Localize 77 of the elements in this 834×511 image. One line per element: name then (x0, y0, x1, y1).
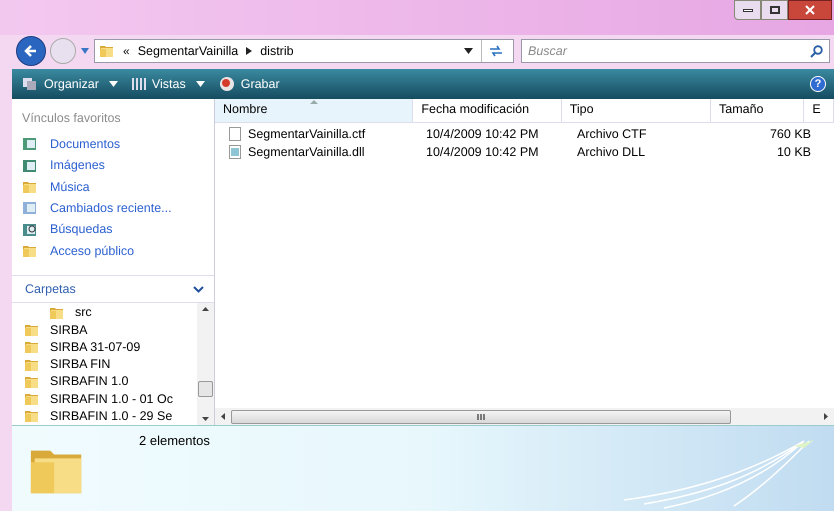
grip-icon (476, 414, 486, 420)
vertical-scrollbar[interactable] (197, 303, 214, 425)
breadcrumb-item[interactable]: distrib (260, 42, 294, 60)
file-icon (227, 126, 243, 142)
folder-tree-item[interactable]: SIRBA 31-07-09 (24, 338, 197, 356)
file-name: SegmentarVainilla.dll (248, 144, 364, 161)
table-cell-text: 10 KB (776, 144, 812, 161)
minimize-button[interactable] (734, 0, 761, 20)
history-dropdown-icon[interactable] (80, 47, 90, 55)
table-cell-text: Archivo DLL (576, 144, 646, 161)
scroll-down-icon[interactable] (202, 417, 209, 421)
favorite-link[interactable]: Búsquedas (22, 218, 214, 240)
favorite-link[interactable]: Documentos (22, 134, 214, 156)
column-header[interactable]: Fecha modificación (413, 99, 562, 122)
toolbar-button[interactable]: Organizar (22, 74, 118, 94)
breadcrumb-overflow[interactable]: « (123, 42, 130, 60)
maximize-button[interactable] (761, 0, 788, 20)
folder-tree-item[interactable]: SIRBAFIN 1.0 - 01 Oc (24, 390, 197, 408)
scroll-right-icon[interactable] (824, 413, 828, 420)
favorite-link[interactable]: Acceso público (22, 240, 214, 262)
horizontal-scrollbar[interactable] (215, 408, 834, 425)
close-button[interactable] (788, 0, 832, 20)
table-cell-text: Archivo CTF (576, 126, 648, 143)
back-button[interactable] (16, 36, 46, 66)
folder-icon (24, 391, 40, 408)
column-header[interactable]: Tamaño (711, 99, 804, 122)
folder-tree-item[interactable]: SIRBAFIN 1.0 (24, 373, 197, 390)
caret-icon (108, 81, 118, 87)
help-button[interactable]: ? (810, 76, 826, 92)
scroll-thumb[interactable] (231, 410, 731, 424)
item-count: 2 elementos (139, 432, 210, 450)
scroll-up-icon[interactable] (202, 307, 209, 311)
search-folder-icon (22, 222, 38, 238)
folder-icon (24, 408, 40, 424)
dropdown-icon[interactable] (464, 48, 473, 54)
column-header[interactable]: Tipo (562, 99, 712, 122)
sort-arrow-icon (310, 100, 318, 104)
disc-icon (218, 76, 235, 92)
file-row[interactable]: SegmentarVainilla.ctf 10/4/2009 10:42 PM Archivo CTF 760 KB (215, 125, 834, 143)
table-cell-text: 760 KB (768, 126, 812, 143)
section-title: Vínculos favoritos (22, 110, 122, 127)
search-input[interactable]: Buscar (528, 42, 810, 60)
close-icon (805, 5, 815, 15)
back-arrow-icon (23, 43, 39, 59)
column-header[interactable]: E (804, 99, 834, 122)
breadcrumb-arrow-icon[interactable] (246, 47, 252, 55)
file-row[interactable]: SegmentarVainilla.dll 10/4/2009 10:42 PM Archivo DLL 10 KB (215, 143, 834, 161)
favorite-link[interactable]: Imágenes (22, 155, 214, 176)
folders-header[interactable]: Carpetas (12, 275, 214, 303)
caret-icon (196, 81, 205, 87)
toolbar-button[interactable]: Grabar (218, 74, 280, 94)
favorite-link[interactable]: Música (22, 176, 214, 198)
table-cell-text: 10/4/2009 10:42 PM (425, 144, 540, 161)
folder-icon (99, 43, 115, 59)
documents-folder-icon (22, 136, 38, 152)
folder-icon (24, 339, 40, 356)
views-icon (132, 77, 146, 91)
column-header[interactable]: Nombre (215, 99, 414, 122)
search-icon (810, 44, 823, 58)
folder-tree-item[interactable]: SIRBA (24, 321, 197, 339)
organize-icon (22, 77, 38, 91)
favorite-link[interactable]: Cambiados reciente... (22, 198, 214, 219)
address-bar[interactable]: « SegmentarVainilla distrib (94, 39, 514, 63)
refresh-icon (488, 45, 504, 57)
file-name: SegmentarVainilla.ctf (248, 126, 366, 143)
breadcrumb-item[interactable]: SegmentarVainilla (138, 42, 238, 60)
folder-tree-item[interactable]: SIRBA FIN (24, 356, 197, 374)
folder-tree-item[interactable]: src (24, 304, 197, 322)
scroll-left-icon[interactable] (221, 413, 225, 420)
folder-tree-item[interactable]: SIRBAFIN 1.0 - 29 Se (24, 408, 197, 425)
table-cell-text: 10/4/2009 10:42 PM (425, 126, 540, 143)
scroll-thumb[interactable] (198, 381, 213, 397)
search-field[interactable]: Buscar (521, 39, 830, 63)
pictures-folder-icon (22, 158, 38, 174)
file-icon (227, 144, 243, 160)
recent-places-icon (22, 200, 38, 216)
toolbar-button[interactable]: Vistas (132, 74, 205, 94)
